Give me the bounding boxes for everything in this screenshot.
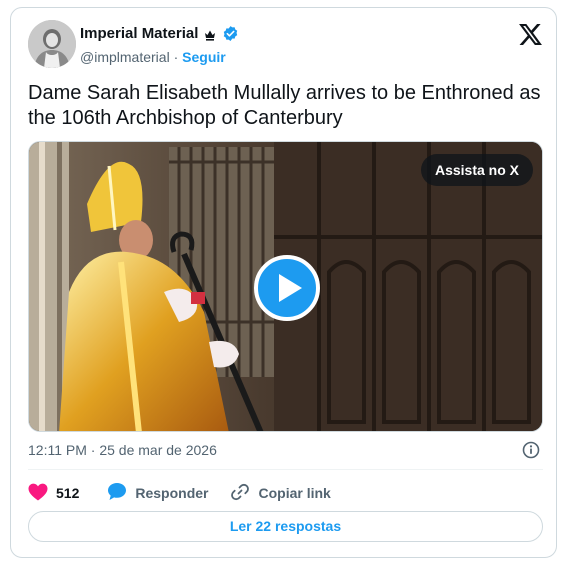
link-icon (230, 482, 250, 505)
divider (28, 469, 543, 470)
x-logo-icon[interactable] (519, 24, 542, 45)
reply-icon (107, 482, 127, 504)
reply-button[interactable]: Responder (107, 482, 208, 504)
like-count: 512 (56, 485, 80, 501)
avatar[interactable] (28, 20, 76, 68)
info-icon[interactable] (522, 441, 540, 459)
tweet-text: Dame Sarah Elisabeth Mullally arrives to… (28, 82, 541, 129)
author-name[interactable]: Imperial Material (80, 25, 198, 42)
reply-label: Responder (135, 485, 209, 501)
copy-link-button[interactable]: Copiar link (230, 482, 331, 505)
read-replies-button[interactable]: Ler 22 respostas (28, 511, 543, 542)
verified-icon (222, 25, 239, 42)
author-handle[interactable]: @implmaterial (80, 49, 170, 65)
tweet-card: Imperial Material @implmaterial · Seguir… (10, 7, 557, 558)
play-icon (279, 274, 302, 302)
heart-icon (28, 483, 48, 504)
action-bar: 512 Responder Copiar link (28, 482, 331, 504)
crown-icon (204, 28, 216, 41)
watch-on-x-button[interactable]: Assista no X (420, 154, 533, 186)
play-button[interactable] (254, 255, 320, 321)
copy-link-label: Copiar link (258, 485, 331, 501)
follow-button[interactable]: Seguir (182, 49, 226, 65)
video-player[interactable]: Assista no X (28, 141, 543, 432)
tweet-timestamp[interactable]: 12:11 PM · 25 de mar de 2026 (28, 442, 217, 458)
like-button[interactable]: 512 (28, 483, 79, 504)
handle-separator: · (173, 49, 179, 65)
